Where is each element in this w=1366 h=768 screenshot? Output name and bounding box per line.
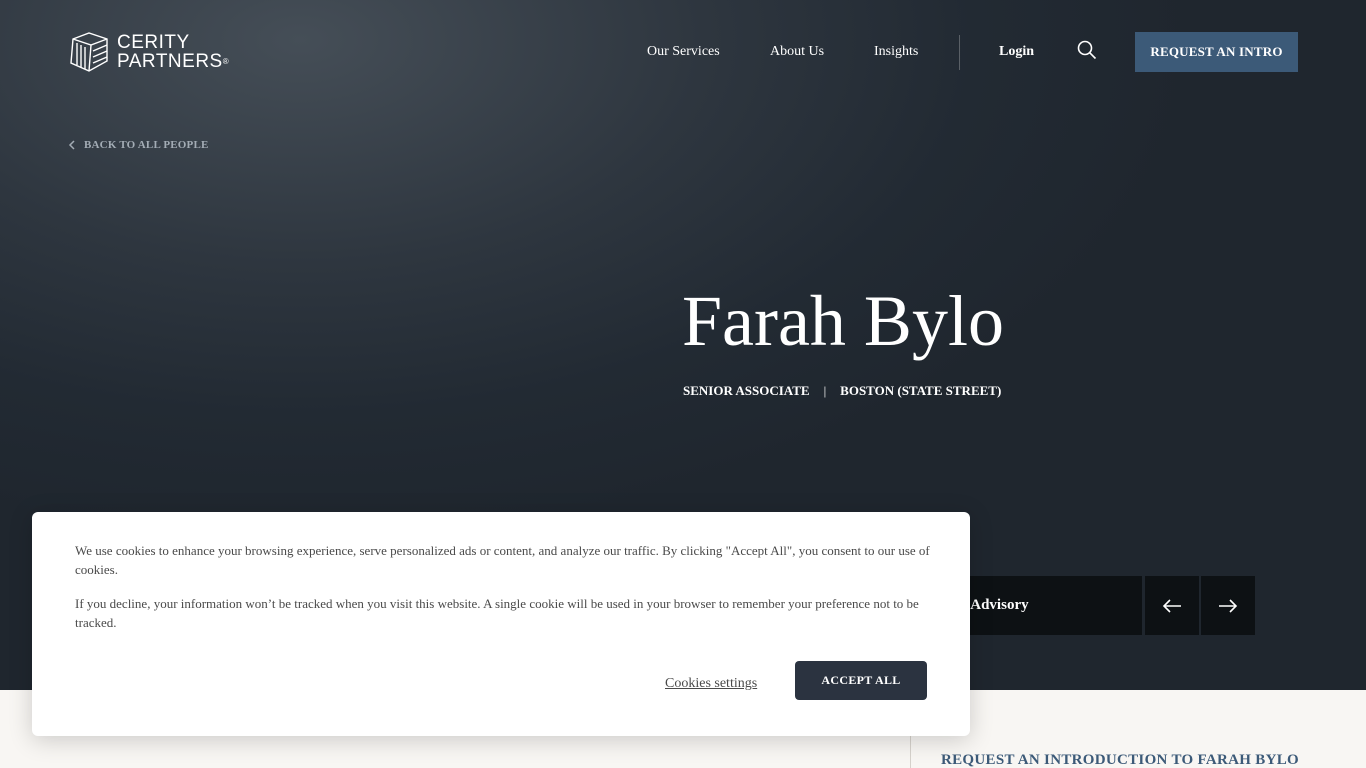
carousel-prev-button[interactable] — [1145, 576, 1199, 635]
nav-divider — [959, 35, 960, 70]
request-introduction-heading: REQUEST AN INTRODUCTION TO FARAH BYLO — [941, 752, 1299, 768]
person-name: Farah Bylo — [682, 281, 1004, 361]
accept-all-button[interactable]: ACCEPT ALL — [795, 661, 927, 700]
cookie-text-decline: If you decline, your information won’t b… — [75, 596, 919, 630]
nav-our-services[interactable]: Our Services — [647, 44, 720, 60]
logo-registered: ® — [222, 57, 230, 66]
cookie-consent-banner: We use cookies to enhance your browsing … — [32, 512, 970, 736]
cerity-logo-mark-icon — [70, 32, 108, 72]
logo-line2: PARTNERS — [117, 51, 223, 72]
back-link-label: BACK TO ALL PEOPLE — [84, 139, 209, 151]
nav-about-us[interactable]: About Us — [770, 44, 824, 60]
person-location: BOSTON (STATE STREET) — [840, 383, 1002, 398]
arrow-left-icon — [1162, 598, 1181, 613]
request-intro-button[interactable]: REQUEST AN INTRO — [1135, 32, 1298, 72]
cookies-settings-link[interactable]: Cookies settings — [665, 676, 757, 692]
nav-insights[interactable]: Insights — [874, 44, 918, 60]
search-icon[interactable] — [1077, 40, 1097, 60]
meta-separator: | — [823, 383, 827, 398]
person-title: SENIOR ASSOCIATE — [683, 383, 810, 398]
back-to-all-people-link[interactable]: BACK TO ALL PEOPLE — [68, 139, 209, 151]
logo-wordmark: CERITY PARTNERS® — [117, 33, 229, 71]
nav-login[interactable]: Login — [999, 44, 1034, 60]
cookie-text-consent: We use cookies to enhance your browsing … — [75, 543, 930, 577]
site-logo[interactable]: CERITY PARTNERS® — [67, 31, 229, 73]
person-meta: SENIOR ASSOCIATE | BOSTON (STATE STREET) — [683, 383, 1001, 399]
arrow-right-icon — [1219, 598, 1238, 613]
chevron-left-icon — [68, 140, 75, 150]
logo-line1: CERITY — [117, 32, 190, 53]
carousel-next-button[interactable] — [1201, 576, 1255, 635]
